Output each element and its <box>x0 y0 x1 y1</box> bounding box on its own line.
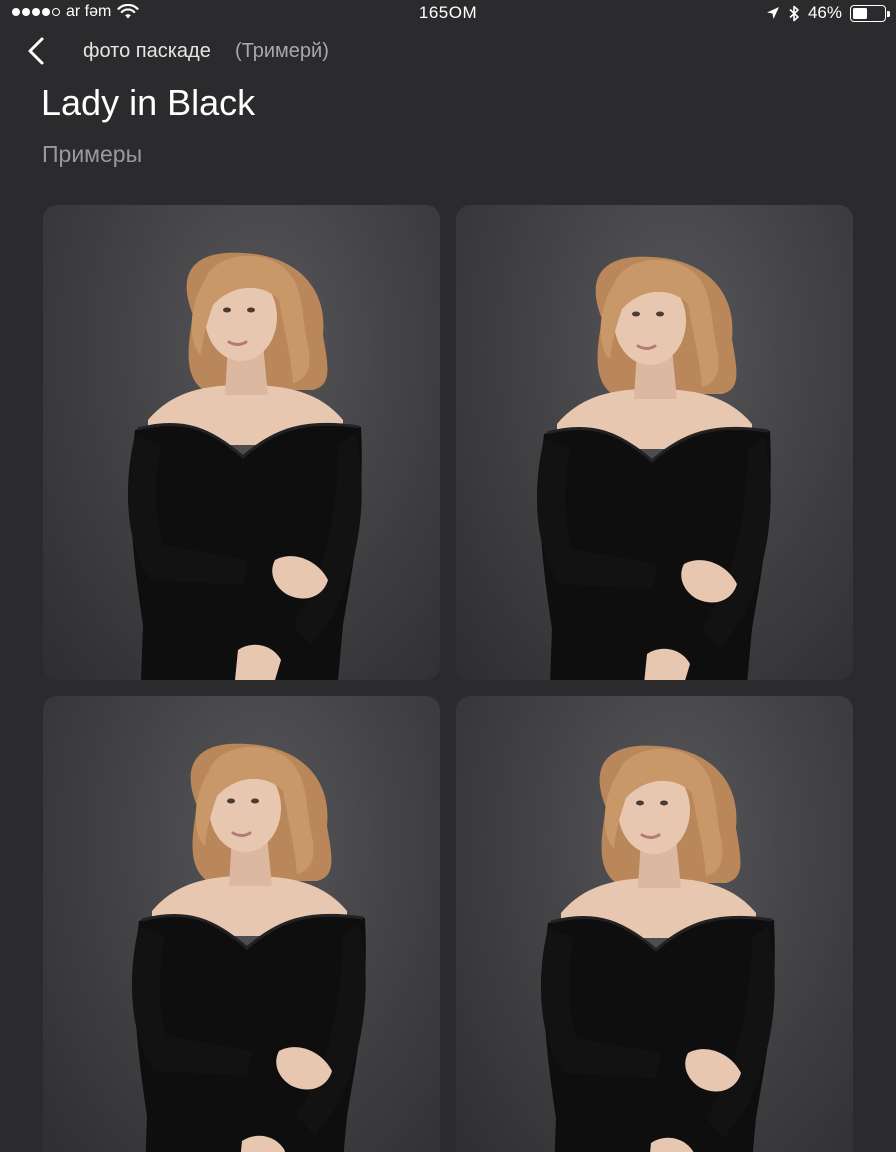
bluetooth-icon <box>789 5 799 21</box>
chevron-left-icon <box>28 37 44 65</box>
battery-icon <box>850 4 890 22</box>
status-right: 46% <box>766 3 890 23</box>
eye-right <box>656 311 664 317</box>
eye-right <box>251 798 259 804</box>
photo-card[interactable] <box>456 205 853 680</box>
photo-card[interactable] <box>43 696 440 1152</box>
battery-level <box>853 7 867 19</box>
eye-right <box>247 307 255 313</box>
status-time: 165OM <box>418 3 478 22</box>
eye-right <box>660 800 668 806</box>
eye-left <box>636 800 644 806</box>
portrait-image <box>536 256 771 680</box>
section-label: Примеры <box>42 141 143 167</box>
nav-bar: фото паскаде (Тримерй) <box>0 28 896 74</box>
portrait-image <box>127 252 362 680</box>
eye-left <box>223 307 231 313</box>
battery-percent: 46% <box>807 3 842 22</box>
page-title: Lady in Black <box>41 82 256 123</box>
eye-left <box>227 798 235 804</box>
dress <box>543 916 775 1152</box>
back-button[interactable] <box>22 34 52 68</box>
portrait-image <box>131 743 366 1152</box>
nav-subtitle: (Тримерй) <box>235 40 329 62</box>
status-bar: ar fəm 165OM 46% <box>0 0 896 26</box>
location-arrow-icon <box>766 7 779 19</box>
photo-card[interactable] <box>43 205 440 680</box>
dress <box>134 914 366 1152</box>
portrait-image <box>540 745 775 1152</box>
photo-card[interactable] <box>456 696 853 1152</box>
nav-title: фото паскаде <box>83 40 211 62</box>
eye-left <box>632 311 640 317</box>
